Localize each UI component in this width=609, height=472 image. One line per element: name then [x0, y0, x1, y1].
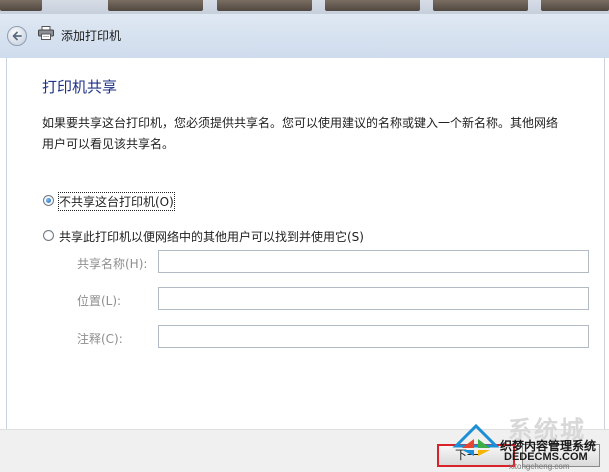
share-name-label: 共享名称(H):	[77, 257, 148, 271]
arrow-left-icon	[12, 31, 22, 41]
radio-label[interactable]: 共享此打印机以便网络中的其他用户可以找到并使用它(S)	[59, 228, 364, 245]
thumbnail	[108, 0, 203, 11]
location-label: 位置(L):	[77, 294, 122, 308]
thumbnail-strip	[0, 0, 609, 14]
cancel-button[interactable]	[522, 444, 600, 467]
comment-label: 注释(C):	[77, 332, 123, 346]
next-button[interactable]: 下一	[437, 444, 515, 467]
description-text: 如果要共享这台打印机，您必须提供共享名。您可以使用建议的名称或键入一个新名称。其…	[42, 116, 559, 151]
location-input[interactable]	[158, 287, 589, 310]
page-title: 打印机共享	[42, 78, 118, 96]
thumbnail	[0, 0, 42, 11]
comment-input[interactable]	[158, 325, 589, 348]
back-button[interactable]	[7, 26, 27, 46]
radio-label[interactable]: 不共享这台打印机(O)	[58, 192, 175, 211]
wizard-footer: 下一	[0, 429, 609, 472]
wizard-content: 打印机共享 如果要共享这台打印机，您必须提供共享名。您可以使用建议的名称或键入一…	[6, 58, 605, 429]
share-name-input[interactable]	[158, 250, 589, 273]
window-title: 添加打印机	[61, 29, 122, 43]
printer-icon	[38, 26, 54, 40]
thumbnail	[433, 0, 528, 11]
radio-button[interactable]	[43, 230, 54, 241]
thumbnail	[325, 0, 420, 11]
thumbnail	[541, 0, 609, 11]
thumbnail	[217, 0, 312, 11]
radio-button-selected[interactable]	[43, 195, 54, 206]
